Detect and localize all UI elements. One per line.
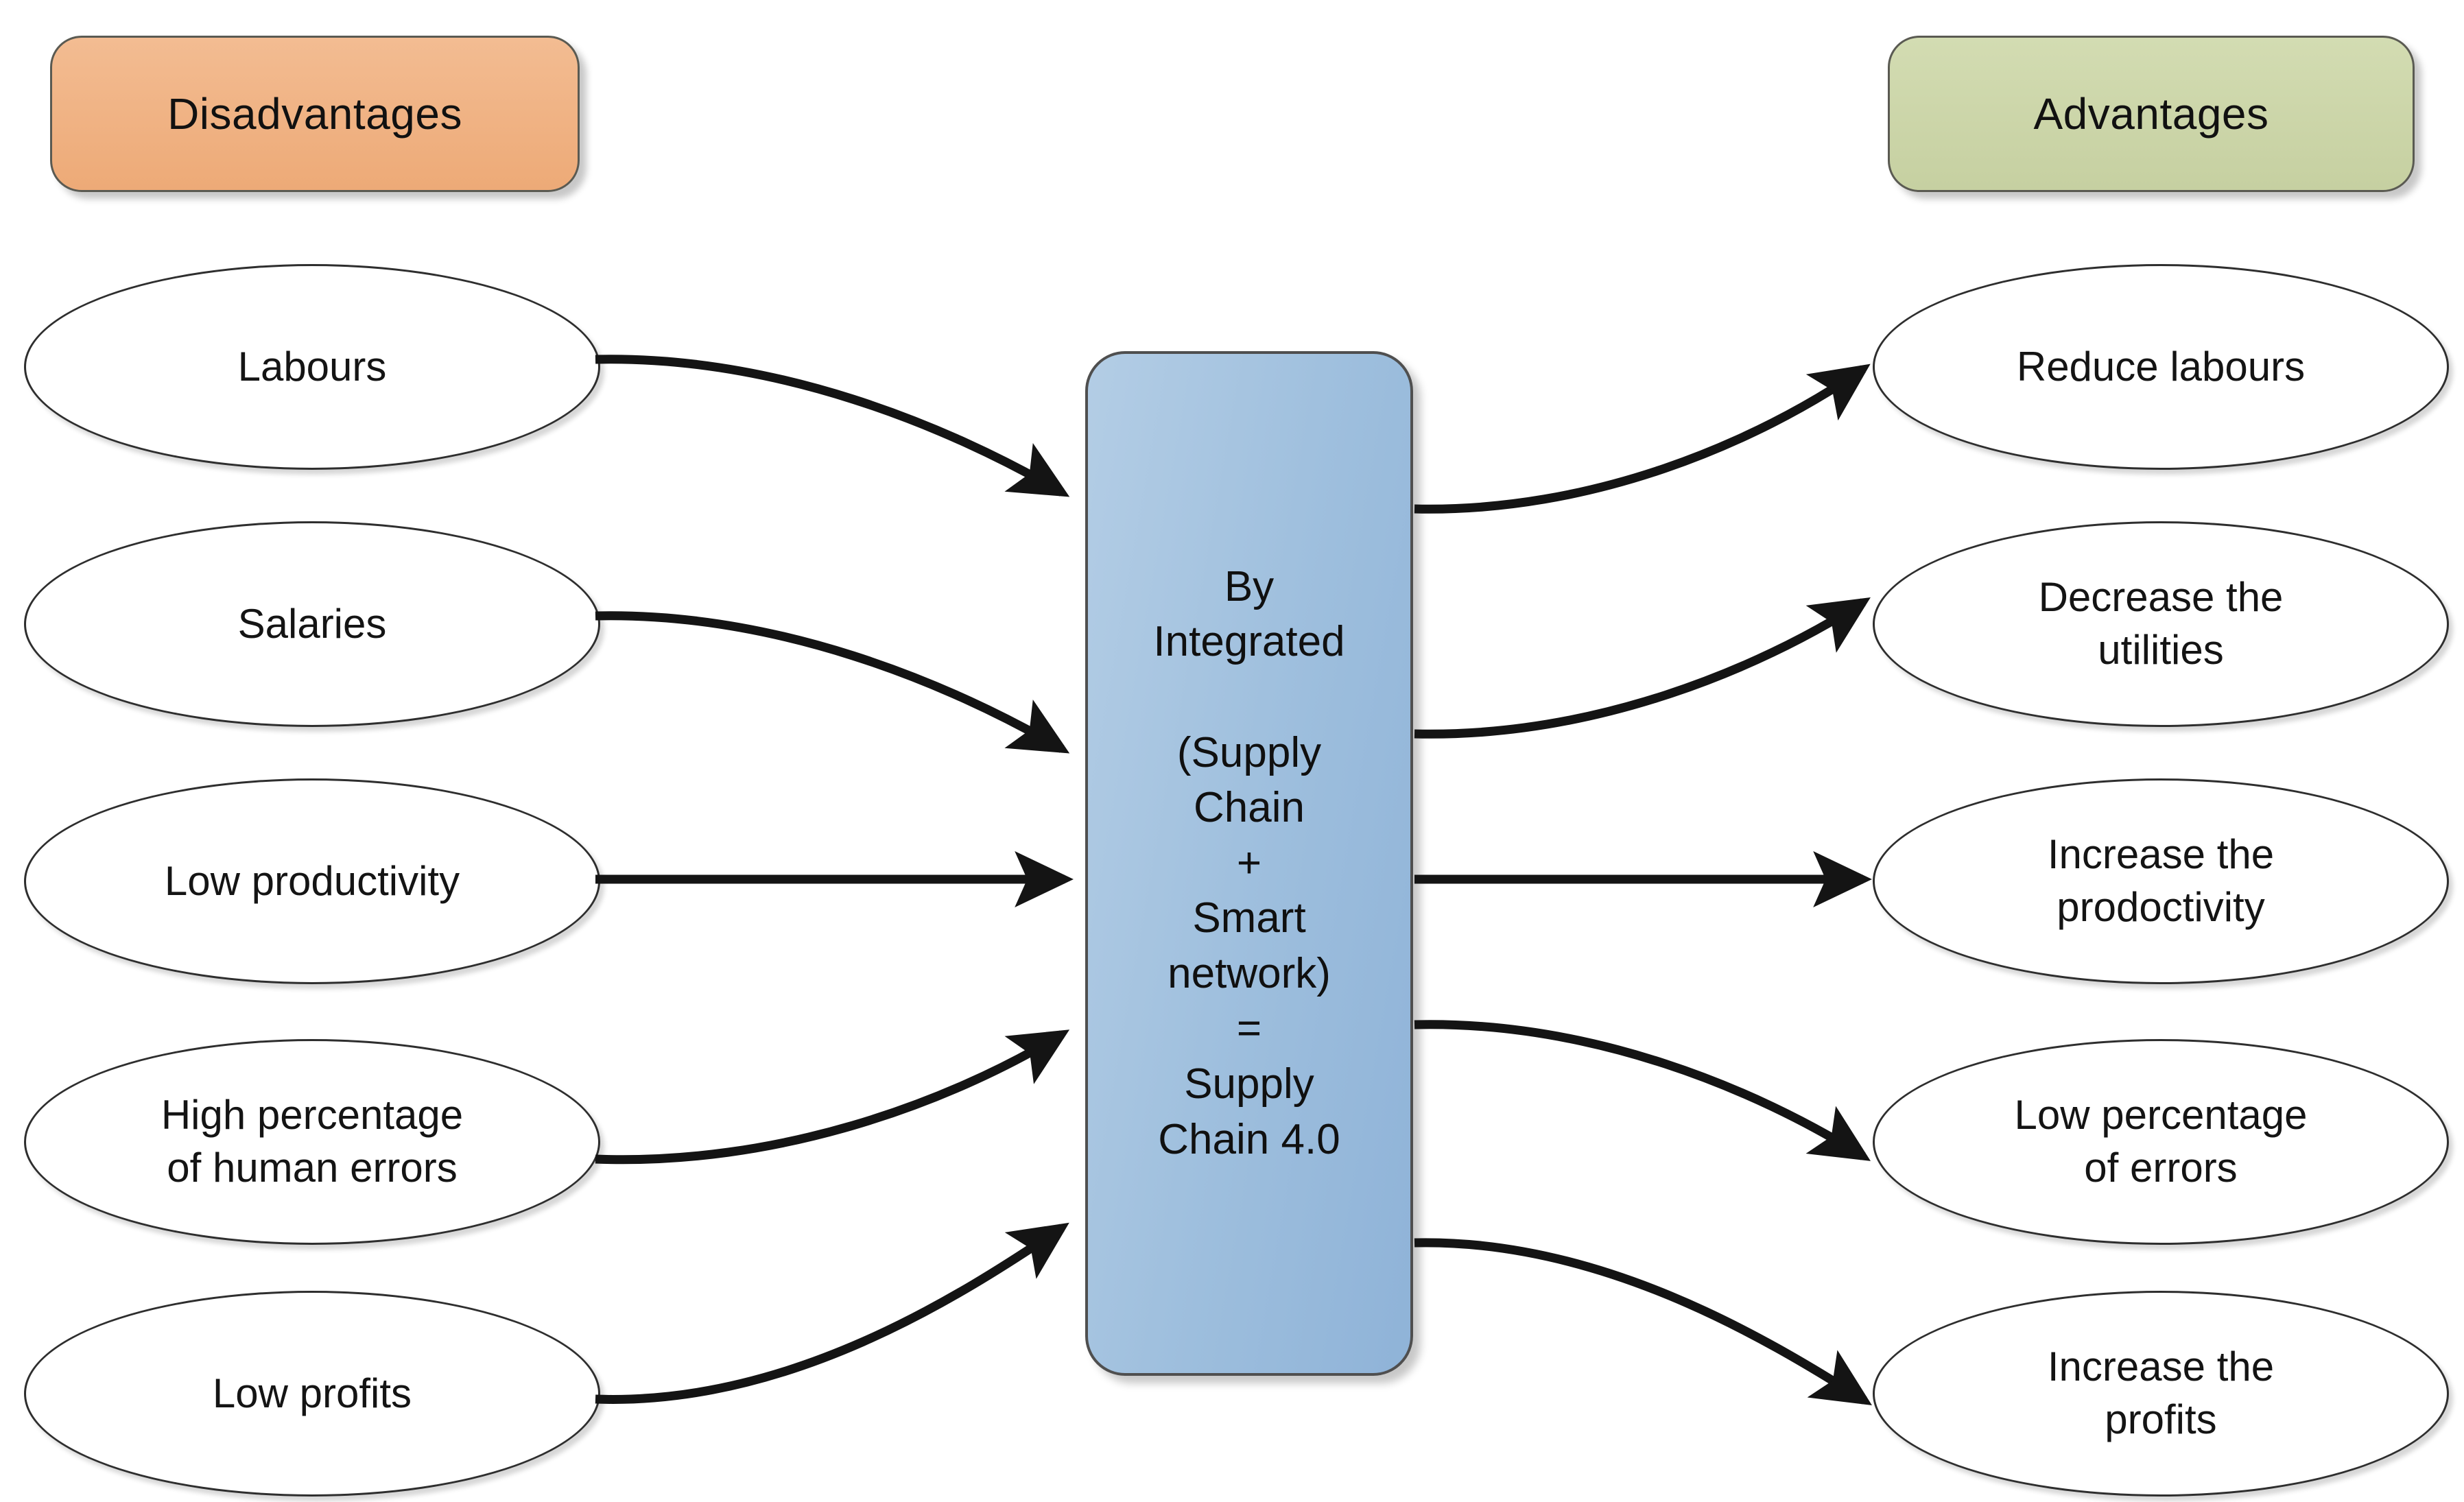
node-decrease-the-utilities-label: Decrease the utilities [2038,574,2284,673]
node-reduce-labours-label: Reduce labours [2016,343,2306,390]
edge-center-to-decrease-the-utilities [1414,597,1871,739]
edge-salaries-to-center [595,611,1070,754]
node-low-productivity-label: Low productivity [164,857,460,904]
node-high-percentage-of-human-errors: High percentage of human errors [24,1039,600,1245]
node-high-percentage-of-human-errors-label: High percentage of human errors [161,1092,464,1191]
node-increase-the-prodoctivity: Increase the prodoctivity [1873,778,2449,984]
advantages-header-label: Advantages [2033,89,2269,139]
node-low-percentage-of-errors: Low percentage of errors [1873,1039,2449,1245]
node-low-productivity: Low productivity [24,778,600,984]
edge-high-percentage-of-human-errors-to-center [595,1029,1070,1165]
node-increase-the-profits-label: Increase the profits [2047,1344,2275,1442]
center-integration-box-label: By Integrated (Supply Chain + Smart netw… [1153,562,1345,1163]
node-increase-the-prodoctivity-label: Increase the prodoctivity [2047,831,2275,930]
node-reduce-labours: Reduce labours [1873,264,2449,470]
advantages-header: Advantages [1888,36,2415,192]
node-labours: Labours [24,264,600,470]
node-low-profits-label: Low profits [212,1370,412,1416]
node-salaries: Salaries [24,521,600,727]
node-low-percentage-of-errors-label: Low percentage of errors [2014,1092,2308,1191]
disadvantages-header: Disadvantages [50,36,580,192]
node-increase-the-profits: Increase the profits [1873,1291,2449,1497]
edge-center-to-low-percentage-of-errors [1414,1020,1871,1161]
node-low-profits: Low profits [24,1291,600,1497]
edge-labours-to-center [595,355,1070,497]
center-integration-box: By Integrated (Supply Chain + Smart netw… [1085,351,1413,1376]
edge-center-to-increase-the-profits [1414,1238,1872,1405]
node-salaries-label: Salaries [237,600,387,647]
node-decrease-the-utilities: Decrease the utilities [1873,521,2449,727]
edge-low-profits-to-center [595,1222,1069,1404]
disadvantages-header-label: Disadvantages [167,89,462,139]
diagram-canvas: Disadvantages Advantages Labours Salarie… [0,0,2464,1502]
edge-center-to-reduce-labours [1414,363,1871,514]
node-labours-label: Labours [237,343,387,390]
